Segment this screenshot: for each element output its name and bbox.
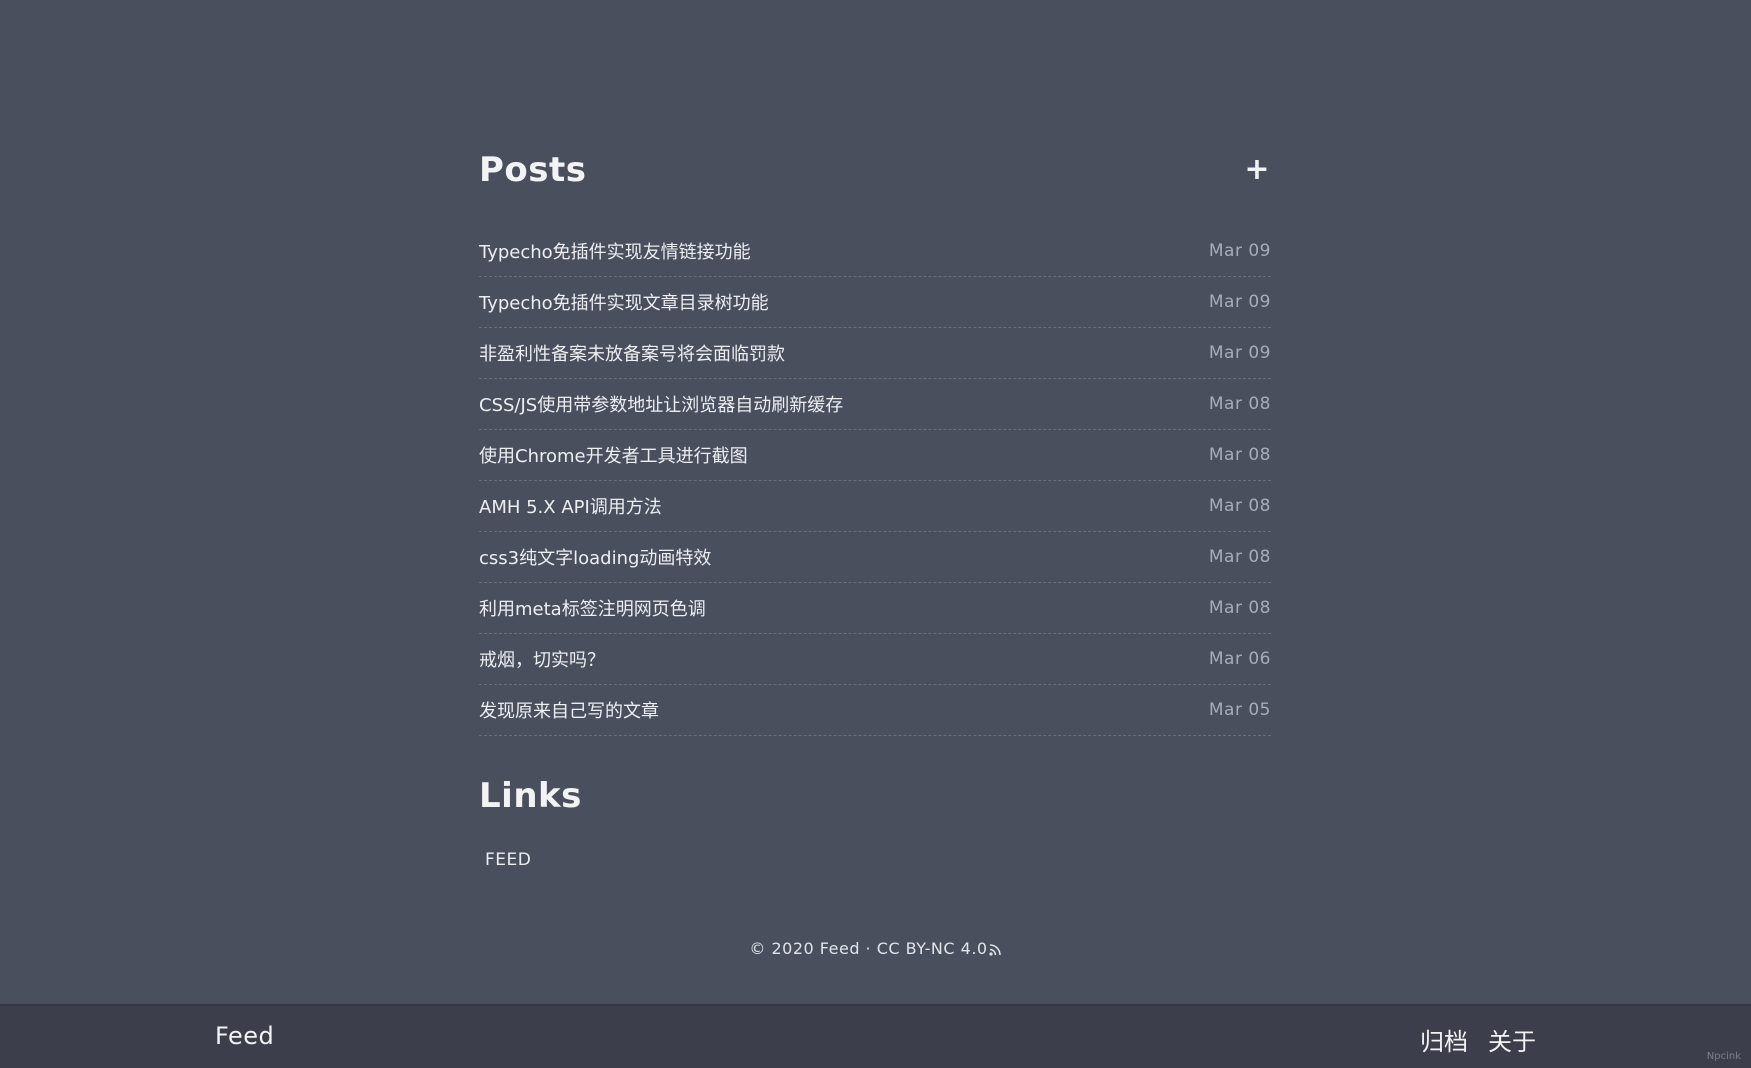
copyright: © 2020 Feed · CC BY-NC 4.0	[0, 939, 1751, 960]
post-date: Mar 08	[1208, 496, 1271, 516]
post-date: Mar 06	[1208, 649, 1271, 669]
post-item: 发现原来自己写的文章 Mar 05	[479, 685, 1271, 736]
post-list: Typecho免插件实现友情链接功能 Mar 09 Typecho免插件实现文章…	[479, 226, 1271, 736]
post-title-link[interactable]: CSS/JS使用带参数地址让浏览器自动刷新缓存	[479, 391, 843, 417]
post-item: 戒烟，切实吗？ Mar 06	[479, 634, 1271, 685]
post-item: 利用meta标签注明网页色调 Mar 08	[479, 583, 1271, 634]
post-date: Mar 09	[1208, 292, 1271, 312]
posts-header: Posts +	[479, 140, 1271, 200]
post-item: css3纯文字loading动画特效 Mar 08	[479, 532, 1271, 583]
post-title-link[interactable]: 利用meta标签注明网页色调	[479, 595, 706, 621]
post-title-link[interactable]: Typecho免插件实现文章目录树功能	[479, 289, 769, 315]
bottom-nav-bar: Feed 归档 关于 Npcink	[0, 1004, 1751, 1068]
plus-icon[interactable]: +	[1243, 155, 1271, 185]
page: Posts + Typecho免插件实现友情链接功能 Mar 09 Typech…	[0, 0, 1751, 1068]
post-title-link[interactable]: 非盈利性备案未放备案号将会面临罚款	[479, 340, 785, 366]
post-title-link[interactable]: AMH 5.X API调用方法	[479, 493, 662, 519]
links-section: Links FEED	[479, 766, 1271, 870]
post-title-link[interactable]: 戒烟，切实吗？	[479, 646, 605, 672]
post-title-link[interactable]: 使用Chrome开发者工具进行截图	[479, 442, 748, 468]
links-header: Links	[479, 766, 1271, 826]
brand-link[interactable]: Feed	[215, 1022, 274, 1050]
posts-heading: Posts	[479, 150, 587, 190]
links-list: FEED	[479, 850, 1271, 870]
bar-nav: 归档 关于	[1420, 1022, 1536, 1057]
post-title-link[interactable]: css3纯文字loading动画特效	[479, 544, 711, 570]
post-date: Mar 08	[1208, 445, 1271, 465]
corner-watermark: Npcink	[1706, 1051, 1741, 1062]
link-feed[interactable]: FEED	[485, 850, 531, 870]
rss-icon[interactable]	[988, 941, 1002, 960]
post-item: 使用Chrome开发者工具进行截图 Mar 08	[479, 430, 1271, 481]
post-item: AMH 5.X API调用方法 Mar 08	[479, 481, 1271, 532]
post-date: Mar 08	[1208, 394, 1271, 414]
copyright-text: © 2020 Feed · CC BY-NC 4.0	[749, 939, 988, 958]
post-title-link[interactable]: 发现原来自己写的文章	[479, 697, 659, 723]
post-date: Mar 09	[1208, 343, 1271, 363]
nav-archive[interactable]: 归档	[1420, 1022, 1468, 1057]
post-date: Mar 05	[1208, 700, 1271, 720]
post-title-link[interactable]: Typecho免插件实现友情链接功能	[479, 238, 751, 264]
post-item: Typecho免插件实现友情链接功能 Mar 09	[479, 226, 1271, 277]
post-item: Typecho免插件实现文章目录树功能 Mar 09	[479, 277, 1271, 328]
post-date: Mar 09	[1208, 241, 1271, 261]
nav-about[interactable]: 关于	[1488, 1022, 1536, 1057]
post-item: CSS/JS使用带参数地址让浏览器自动刷新缓存 Mar 08	[479, 379, 1271, 430]
post-item: 非盈利性备案未放备案号将会面临罚款 Mar 09	[479, 328, 1271, 379]
links-heading: Links	[479, 776, 582, 816]
post-date: Mar 08	[1208, 547, 1271, 567]
post-date: Mar 08	[1208, 598, 1271, 618]
main-content: Posts + Typecho免插件实现友情链接功能 Mar 09 Typech…	[479, 140, 1271, 870]
